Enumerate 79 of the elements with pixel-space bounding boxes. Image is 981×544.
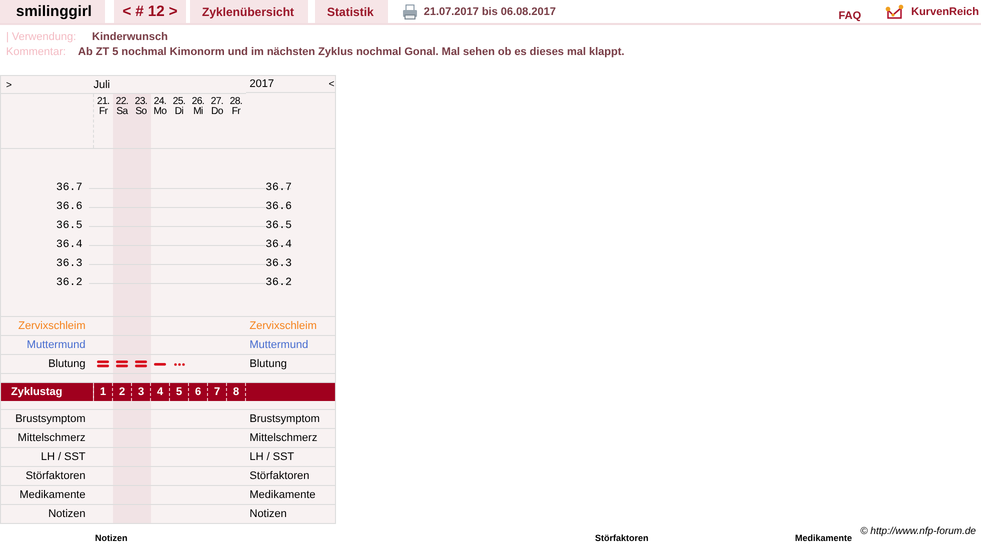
nav-tab[interactable]: Statistik xyxy=(315,0,388,23)
row-label: Zyklustag xyxy=(11,386,62,398)
row-label: Blutung xyxy=(48,358,86,370)
row-label: Zervixschleim xyxy=(18,320,86,332)
dash-icon xyxy=(154,362,166,366)
field-value: Ab ZT 5 nochmal Kimonorm und im nächsten Zyklus nochmal Gonal. Mal sehen ob es dieses mal klappt. xyxy=(78,46,624,58)
row-label: Blutung xyxy=(250,358,287,370)
cycle-day-number: 7 xyxy=(214,386,220,398)
section-heading: Medikamente xyxy=(795,533,852,543)
weekday-label: Do xyxy=(211,107,223,117)
row-label: Medikamente xyxy=(19,489,86,501)
faq-link[interactable]: FAQ xyxy=(838,0,862,23)
cycle-day-number: 5 xyxy=(176,386,182,398)
temperature-label: 36.5 xyxy=(266,219,293,234)
temperature-label: 36.3 xyxy=(266,257,293,272)
user-name: smilinggirl xyxy=(0,0,105,23)
weekday-label: Sa xyxy=(116,107,128,117)
field-value: Kinderwunsch xyxy=(92,30,168,42)
row-label: Notizen xyxy=(48,508,86,520)
row-label: Mittelschmerz xyxy=(18,432,86,444)
temperature-label: 36.2 xyxy=(266,276,293,291)
row-label: Mittelschmerz xyxy=(250,432,318,444)
date-range: 21.07.2017 bis 06.08.2017 xyxy=(424,4,556,20)
double-dash-icon xyxy=(116,360,128,368)
double-dash-icon xyxy=(97,360,109,368)
temperature-label: 36.7 xyxy=(266,181,293,196)
row-label: LH / SST xyxy=(40,451,86,463)
month-label: Juli xyxy=(94,78,110,90)
temperature-label: 36.3 xyxy=(56,257,84,272)
day-date: 25. xyxy=(172,97,186,107)
cycle-navigation-link[interactable]: < # 12 > xyxy=(114,0,186,23)
row-label: Medikamente xyxy=(250,489,316,501)
temperature-label: 36.2 xyxy=(56,276,84,291)
day-date: 21. xyxy=(97,97,110,107)
row-label: Notizen xyxy=(250,508,287,520)
row-label: Muttermund xyxy=(250,339,308,351)
field-label: Kommentar: xyxy=(6,46,67,58)
cycle-day-number: 4 xyxy=(156,386,164,398)
logo-text[interactable]: KurvenReich xyxy=(911,0,979,23)
day-date: 26. xyxy=(192,97,204,107)
weekday-label: Mi xyxy=(193,107,203,117)
field-label: | Verwendung: xyxy=(6,30,78,42)
copyright-text: © http://www.nfp-forum.de xyxy=(860,526,976,537)
cycle-day-number: 6 xyxy=(194,386,202,398)
cycle-day-number: 2 xyxy=(118,386,126,398)
previous-arrow[interactable]: > xyxy=(6,80,12,90)
weekday-label: So xyxy=(135,107,147,117)
cycle-day-number: 1 xyxy=(100,386,106,398)
year-label: 2017 xyxy=(250,78,274,90)
day-date: 27. xyxy=(210,97,224,107)
section-heading: Störfaktoren xyxy=(595,533,649,543)
weekday-label: Fr xyxy=(99,107,108,117)
row-label: Brustsymptom xyxy=(250,413,320,425)
row-label: LH / SST xyxy=(250,451,294,463)
section-heading: Notizen xyxy=(95,533,128,543)
day-date: 23. xyxy=(134,97,148,107)
row-label: Muttermund xyxy=(26,339,86,351)
row-label: Störfaktoren xyxy=(26,470,86,482)
row-label: Störfaktoren xyxy=(250,470,310,482)
cycle-day-number: 8 xyxy=(232,386,240,398)
row-label: Brustsymptom xyxy=(15,413,86,425)
temperature-label: 36.5 xyxy=(56,219,84,234)
day-date: 24. xyxy=(154,97,166,107)
double-dash-icon xyxy=(135,360,147,368)
temperature-label: 36.4 xyxy=(266,238,293,253)
day-date: 28. xyxy=(230,97,242,107)
day-date: 22. xyxy=(116,97,128,107)
temperature-label: 36.6 xyxy=(266,200,293,215)
weekday-label: Fr xyxy=(232,107,240,117)
row-label: Zervixschleim xyxy=(250,320,317,332)
temperature-label: 36.7 xyxy=(56,181,84,196)
weekday-label: Di xyxy=(174,107,184,117)
nav-tab[interactable]: Zyklenübersicht xyxy=(190,0,308,23)
cycle-day-number: 3 xyxy=(138,386,144,398)
next-arrow[interactable]: < xyxy=(328,78,334,90)
dots-icon xyxy=(174,362,184,366)
temperature-label: 36.4 xyxy=(56,238,84,253)
weekday-label: Mo xyxy=(154,107,166,117)
temperature-label: 36.6 xyxy=(56,200,84,215)
